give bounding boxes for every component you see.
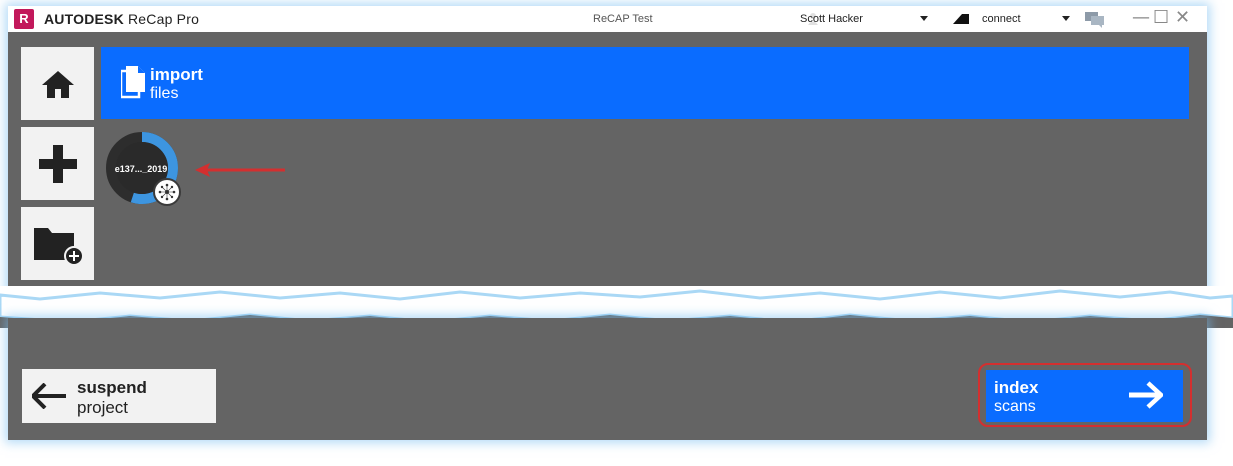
main-window-bottom: suspend project index scans [8, 318, 1207, 440]
brand-autodesk: AUTODESK [44, 11, 124, 27]
add-button[interactable] [21, 127, 94, 200]
scan-label: e137..._2019 [114, 164, 168, 174]
connect-icon [953, 14, 969, 24]
main-window: R AUTODESK ReCap Pro ReCAP Test Scott Ha… [8, 6, 1207, 294]
scan-badge[interactable] [153, 178, 181, 206]
document-title: ReCAP Test [593, 13, 653, 25]
app-brand: AUTODESK ReCap Pro [44, 11, 199, 27]
user-name[interactable]: Scott Hacker [800, 13, 863, 25]
arrow-right-icon [1129, 381, 1163, 409]
suspend-title: suspend [77, 378, 147, 397]
connect-dropdown-icon[interactable] [1062, 16, 1070, 21]
import-files-button[interactable]: import files [101, 47, 1189, 119]
annotation-arrow [195, 163, 285, 177]
connect-label[interactable]: connect [982, 13, 1021, 25]
user-dropdown-icon[interactable] [920, 16, 928, 21]
new-folder-icon [33, 227, 84, 266]
home-icon [41, 70, 74, 98]
home-button[interactable] [21, 47, 94, 120]
brand-product: ReCap Pro [128, 11, 200, 27]
index-scans-button[interactable]: index scans [986, 370, 1183, 422]
point-cloud-icon [158, 183, 176, 201]
chat-icon[interactable] [1085, 12, 1105, 28]
suspend-project-button[interactable]: suspend project [22, 369, 216, 423]
minimize-button[interactable]: — [1132, 7, 1150, 28]
plus-icon [38, 144, 77, 183]
import-subtitle: files [150, 85, 179, 102]
new-folder-button[interactable] [21, 207, 94, 280]
files-icon [121, 66, 145, 99]
suspend-subtitle: project [77, 398, 129, 417]
index-subtitle: scans [994, 398, 1036, 415]
recap-logo: R [14, 9, 34, 29]
import-title: import [150, 65, 203, 84]
index-title: index [994, 378, 1039, 397]
maximize-button[interactable]: ☐ [1153, 7, 1169, 28]
scan-item[interactable]: e137..._2019 [105, 131, 185, 211]
close-button[interactable]: ✕ [1175, 7, 1190, 28]
title-bar: R AUTODESK ReCap Pro ReCAP Test Scott Ha… [8, 6, 1207, 32]
arrow-left-icon [32, 383, 66, 409]
